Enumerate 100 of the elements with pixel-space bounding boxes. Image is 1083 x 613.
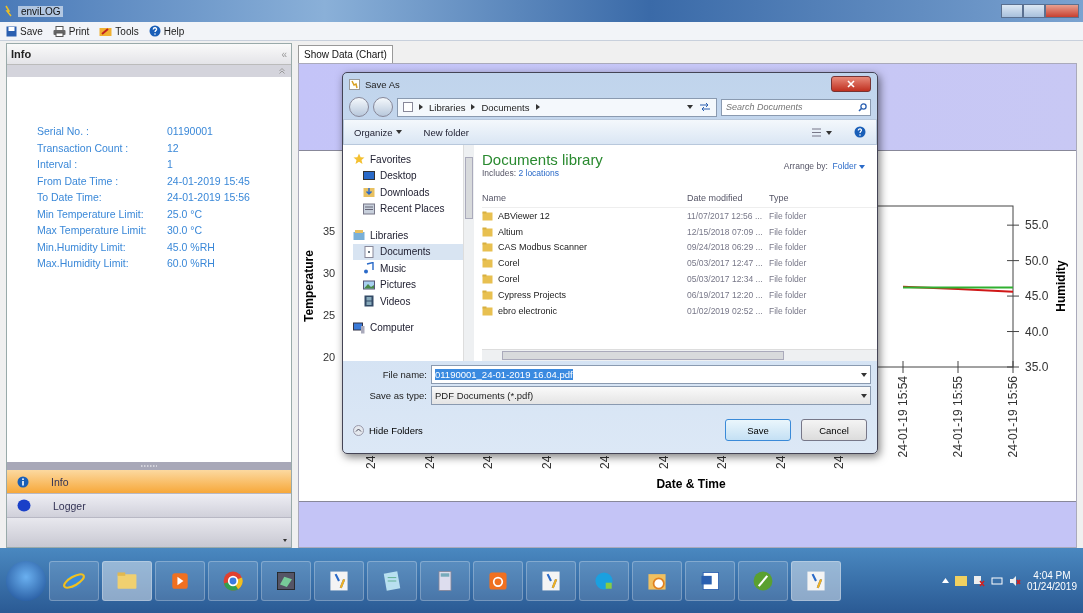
file-type: File folder bbox=[769, 289, 808, 300]
date-modified: 01/02/2019 02:52 ... bbox=[687, 305, 764, 316]
clock-time[interactable]: 4:04 PM bbox=[1033, 569, 1071, 581]
file-name[interactable]: ebro electronic bbox=[498, 305, 558, 316]
tab[interactable]: Show Data (Chart) bbox=[298, 45, 393, 63]
caret-icon bbox=[859, 165, 865, 169]
file-type: File folder bbox=[769, 305, 808, 316]
arrange-label: Arrange by: bbox=[783, 161, 828, 171]
dropdown-caret-icon[interactable] bbox=[687, 105, 693, 109]
navigation-item[interactable]: Computer bbox=[353, 319, 463, 336]
caret-icon[interactable] bbox=[283, 539, 287, 542]
column-header[interactable]: Date modified bbox=[687, 193, 769, 203]
navigation-item[interactable]: Music bbox=[353, 260, 463, 277]
toolbar-button[interactable]: Save bbox=[6, 25, 43, 37]
close-button[interactable] bbox=[831, 76, 871, 92]
chevron-up-icon bbox=[353, 424, 364, 436]
scrollbar[interactable] bbox=[463, 145, 474, 361]
folder-icon bbox=[482, 274, 493, 285]
info-value: 45.0 %RH bbox=[167, 240, 216, 253]
hide-folders-button[interactable]: Hide Folders bbox=[353, 424, 423, 436]
maximize-button[interactable] bbox=[1023, 4, 1045, 18]
taskbar-button[interactable] bbox=[420, 560, 470, 601]
locations-link[interactable]: 2 locations bbox=[518, 168, 560, 178]
speaker-icon[interactable] bbox=[1008, 574, 1021, 587]
date-modified: 09/24/2018 06:29 ... bbox=[687, 242, 764, 253]
folder-icon bbox=[482, 210, 493, 221]
arrange-dropdown[interactable]: Folder bbox=[832, 161, 865, 171]
file-name[interactable]: Corel bbox=[498, 258, 520, 269]
document-icon bbox=[363, 245, 375, 258]
organize-menu[interactable]: Organize bbox=[354, 126, 402, 138]
file-name[interactable]: Altium bbox=[498, 226, 523, 237]
caret-icon bbox=[395, 130, 402, 134]
info-label: Max Temperature Limit: bbox=[37, 224, 148, 237]
file-type-dropdown[interactable]: PDF Documents (*.pdf) bbox=[431, 386, 871, 405]
navigation-item[interactable]: Recent Places bbox=[353, 200, 463, 217]
toolbar-button[interactable]: Help bbox=[148, 25, 185, 37]
navigation-button[interactable]: Logger bbox=[7, 494, 291, 518]
printer-icon bbox=[52, 25, 66, 37]
address-bar[interactable]: Libraries Documents bbox=[397, 97, 717, 117]
taskbar-button[interactable] bbox=[314, 560, 364, 601]
help-icon[interactable] bbox=[854, 126, 866, 138]
tick-label: 25 bbox=[323, 309, 336, 321]
info-label: Min Temperature Limit: bbox=[37, 207, 145, 220]
tick-label: 24 bbox=[773, 455, 788, 469]
toolbar-button[interactable]: Print bbox=[52, 25, 90, 37]
up-arrow-icon[interactable] bbox=[941, 578, 949, 583]
taskbar-button[interactable] bbox=[632, 560, 682, 601]
navigation-item[interactable]: Desktop bbox=[353, 167, 463, 184]
file-name[interactable]: ABViewer 12 bbox=[498, 210, 550, 221]
back-button[interactable] bbox=[349, 97, 369, 117]
file-name[interactable]: CAS Modbus Scanner bbox=[498, 242, 588, 253]
navigation-item[interactable]: Libraries bbox=[353, 227, 463, 244]
refresh-icon[interactable] bbox=[699, 102, 711, 112]
clock-date[interactable]: 01/24/2019 bbox=[1026, 580, 1077, 592]
tick-label: 35.0 bbox=[1025, 360, 1049, 374]
network-icon[interactable] bbox=[972, 574, 985, 587]
column-header[interactable]: Type bbox=[769, 193, 877, 203]
breadcrumb-item[interactable]: Libraries bbox=[429, 101, 466, 113]
taskbar-button[interactable] bbox=[367, 560, 417, 601]
toolbar-button[interactable]: Tools bbox=[99, 25, 139, 37]
navigation-item[interactable]: Pictures bbox=[353, 276, 463, 293]
info-label: Min.Humidity Limit: bbox=[37, 240, 127, 253]
view-options-icon[interactable] bbox=[812, 127, 832, 137]
info-label: To Date Time: bbox=[37, 191, 103, 204]
minimize-button[interactable] bbox=[1001, 4, 1023, 18]
info-value: 12 bbox=[167, 141, 180, 154]
column-header[interactable]: Name bbox=[482, 193, 687, 203]
navigation-item[interactable]: Downloads bbox=[353, 184, 463, 201]
forward-button[interactable] bbox=[373, 97, 393, 117]
file-name[interactable]: Cypress Projects bbox=[498, 289, 567, 300]
info-label: Max.Humidity Limit: bbox=[37, 257, 130, 270]
cancel-button[interactable]: Cancel bbox=[801, 419, 867, 441]
music-note-icon bbox=[363, 262, 375, 275]
navigation-button[interactable]: Info bbox=[7, 470, 291, 494]
taskbar-button[interactable] bbox=[261, 560, 311, 601]
tick-label: 55.0 bbox=[1025, 218, 1049, 233]
breadcrumb-item[interactable]: Documents bbox=[481, 101, 530, 113]
flag-icon[interactable] bbox=[954, 575, 967, 586]
search-field[interactable]: Search Documents bbox=[721, 98, 871, 116]
double-chevron-icon[interactable] bbox=[279, 68, 285, 74]
navigation-item[interactable]: Documents bbox=[353, 243, 463, 260]
new-folder-button[interactable]: New folder bbox=[423, 126, 469, 138]
start-button[interactable] bbox=[6, 560, 46, 601]
date-modified: 05/03/2017 12:34 ... bbox=[687, 274, 764, 285]
taskbar-button[interactable] bbox=[685, 560, 735, 601]
info-value: 1 bbox=[167, 158, 174, 171]
file-name-field[interactable]: 01190001_24-01-2019 16.04.pdf bbox=[431, 365, 871, 384]
splitter-grip[interactable] bbox=[7, 462, 291, 470]
tick-label: 24 bbox=[364, 455, 378, 469]
battery-icon[interactable] bbox=[990, 575, 1003, 586]
save-button[interactable]: Save bbox=[725, 419, 791, 441]
taskbar-button[interactable] bbox=[526, 560, 576, 601]
navigation-item[interactable]: Favorites bbox=[353, 151, 463, 168]
horizontal-scrollbar[interactable] bbox=[482, 349, 877, 361]
navigation-item[interactable]: Videos bbox=[353, 293, 463, 310]
taskbar-button[interactable] bbox=[791, 560, 841, 601]
file-name[interactable]: Corel bbox=[498, 274, 520, 285]
info-label: Transaction Count : bbox=[37, 141, 130, 154]
disk-icon bbox=[17, 499, 31, 512]
chevron-icon bbox=[419, 104, 423, 110]
